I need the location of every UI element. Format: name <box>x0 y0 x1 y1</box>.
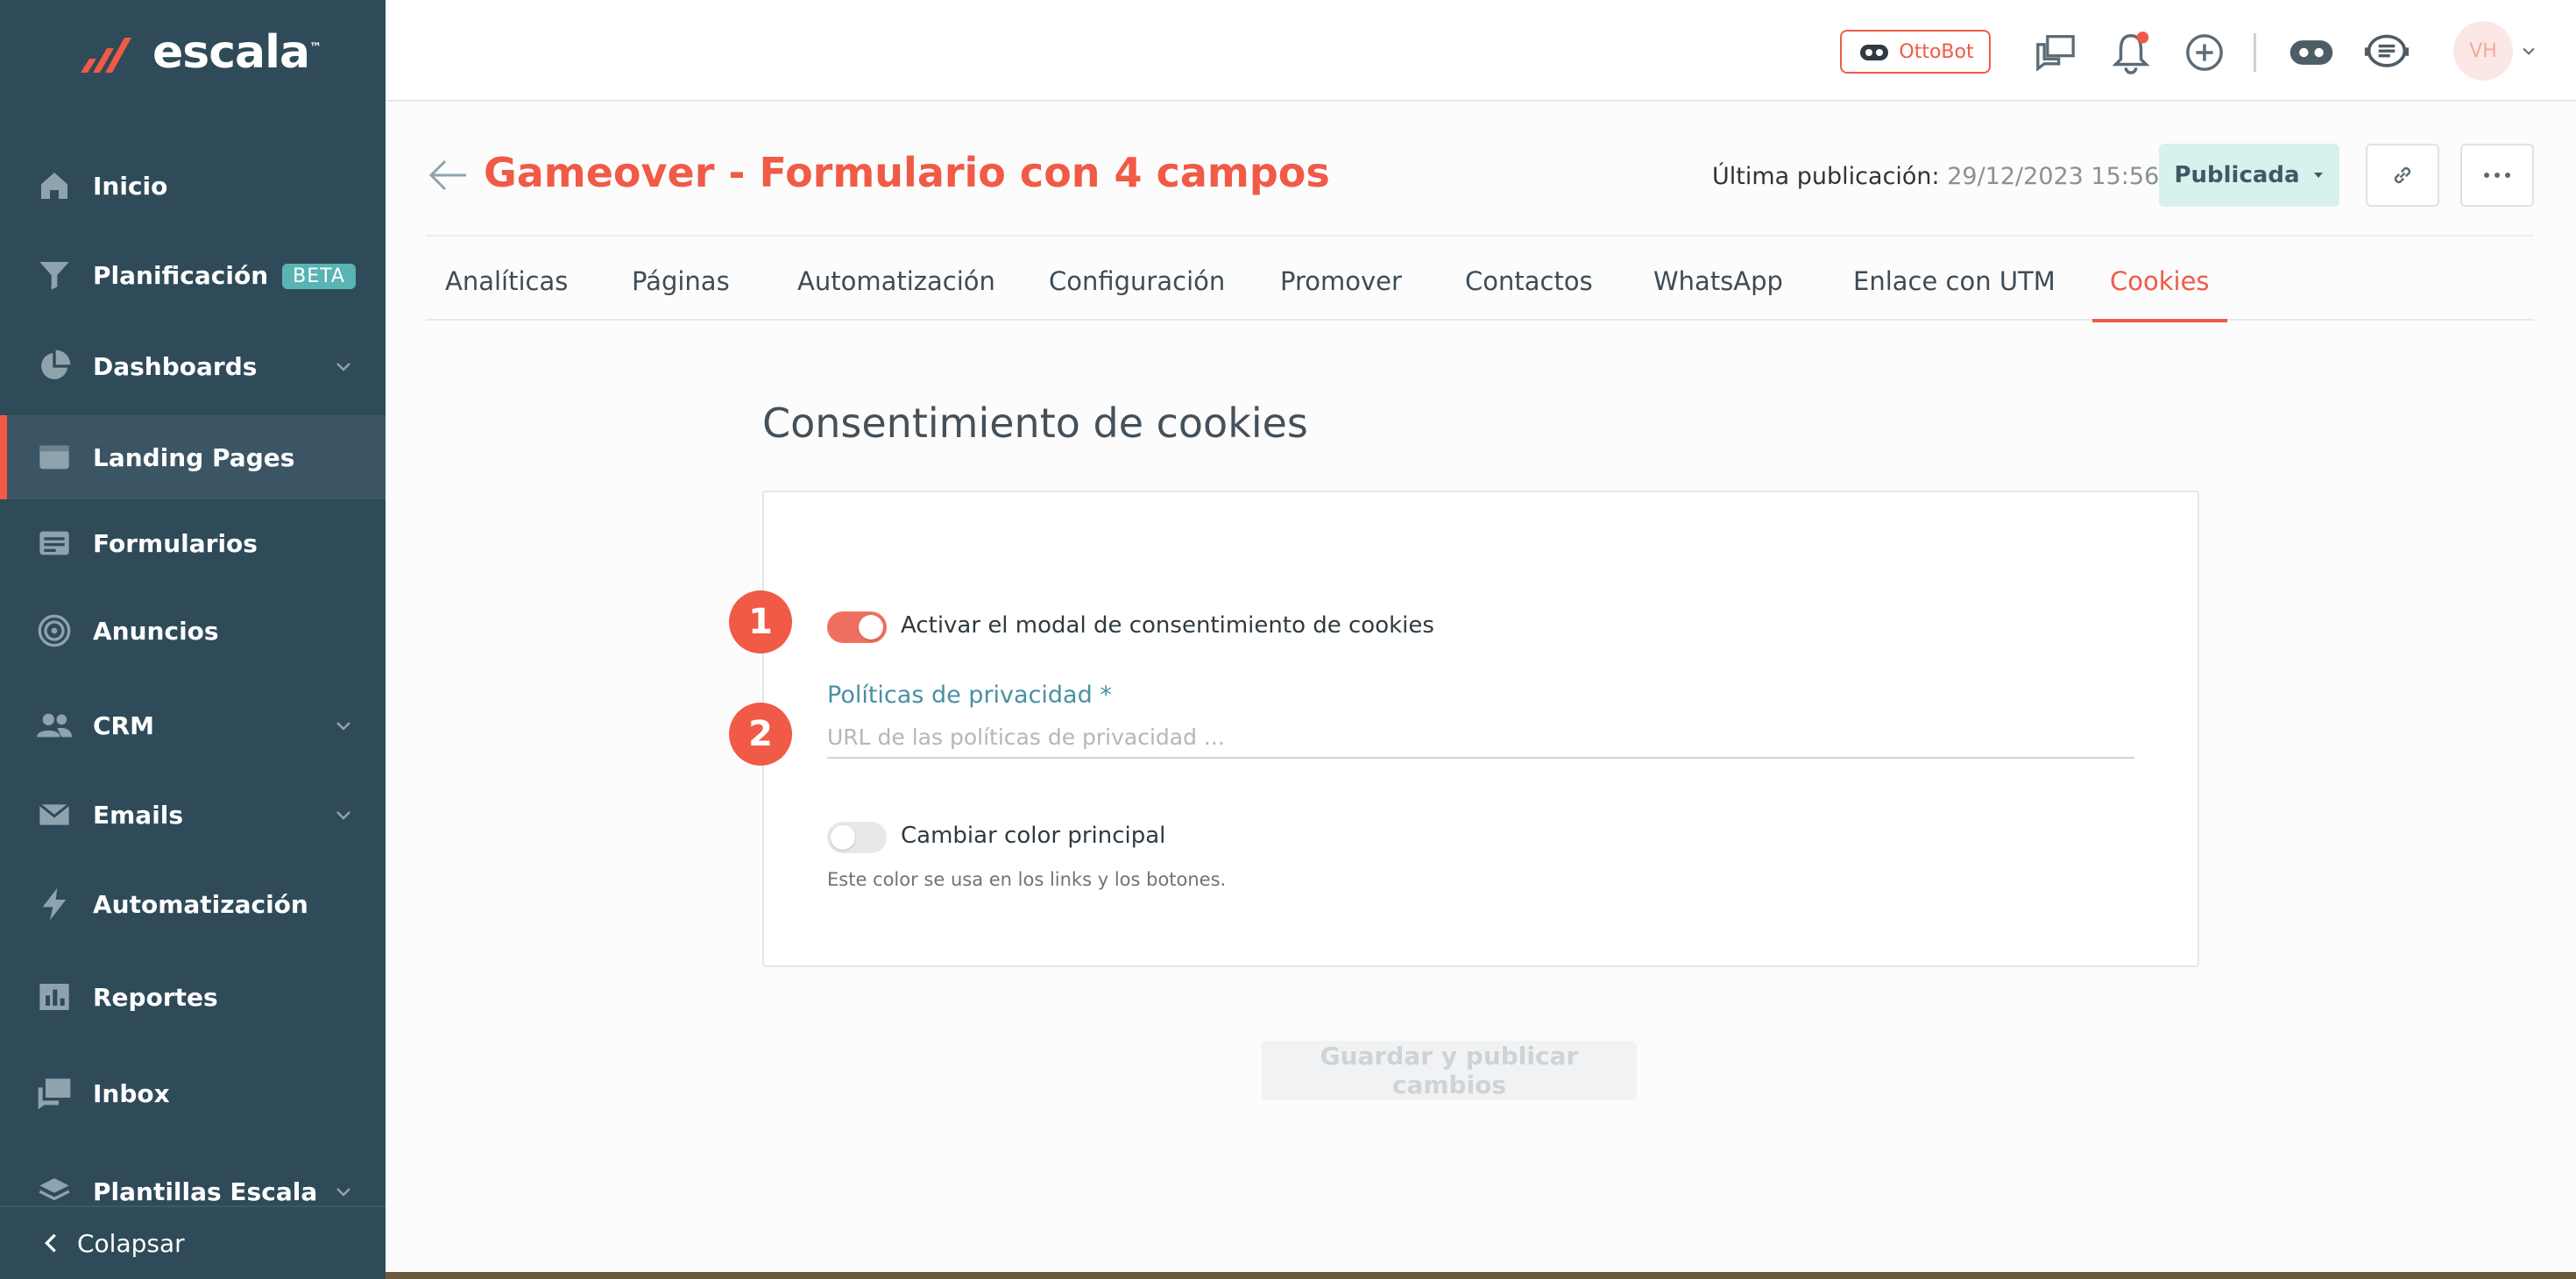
toggle-knob <box>831 825 855 850</box>
sidebar-item-anuncios[interactable]: Anuncios <box>0 589 386 673</box>
chat-bubbles-icon <box>33 1072 75 1114</box>
bar-chart-icon <box>33 976 75 1018</box>
last-pub-label: Última publicación: <box>1712 163 1940 190</box>
add-circle-icon[interactable] <box>2182 30 2227 75</box>
target-icon <box>33 610 75 652</box>
last-publication: Última publicación: 29/12/2023 15:56 <box>1712 163 2159 190</box>
ottobot-button[interactable]: OttoBot <box>1840 30 1991 74</box>
primary-color-label: Cambiar color principal <box>901 823 1166 849</box>
collapse-label: Colapsar <box>77 1228 185 1258</box>
tab-whatsapp[interactable]: WhatsApp <box>1653 242 1783 321</box>
step-marker-2: 2 <box>729 703 792 766</box>
sidebar-item-emails[interactable]: Emails <box>0 773 386 857</box>
toolbar-divider <box>2254 33 2256 72</box>
user-avatar[interactable]: VH <box>2453 21 2513 81</box>
chevron-down-icon <box>336 363 350 371</box>
pie-chart-icon <box>33 345 75 387</box>
sidebar-item-planificacion[interactable]: Planificación BETA <box>0 233 386 317</box>
step-marker-1: 1 <box>729 590 792 654</box>
primary-color-hint: Este color se usa en los links y los bot… <box>827 869 1227 890</box>
sidebar-item-crm[interactable]: CRM <box>0 683 386 767</box>
tab-analiticas[interactable]: Analíticas <box>445 242 568 321</box>
header-divider <box>426 235 2534 237</box>
chevron-down-icon <box>336 1188 350 1197</box>
tab-enlace-utm[interactable]: Enlace con UTM <box>1853 242 2056 321</box>
ai-assistant-icon[interactable] <box>2289 30 2334 75</box>
chevron-down-icon <box>336 811 350 820</box>
sidebar-item-label: Formularios <box>93 528 258 558</box>
tab-configuracion[interactable]: Configuración <box>1049 242 1225 321</box>
privacy-policy-label: Políticas de privacidad * <box>827 682 1112 709</box>
page-title: Gameover - Formulario con 4 campos <box>484 149 1330 196</box>
lightning-icon <box>33 883 75 925</box>
ottobot-label: OttoBot <box>1899 40 1974 63</box>
browser-window-icon <box>33 436 75 478</box>
chevron-left-icon <box>45 1233 56 1253</box>
sidebar-item-label: Inicio <box>93 171 168 201</box>
notifications-bell-icon[interactable] <box>2108 30 2154 75</box>
funnel-icon <box>33 254 75 296</box>
cookie-consent-label: Activar el modal de consentimiento de co… <box>901 612 1434 639</box>
tab-automatizacion[interactable]: Automatización <box>797 242 995 321</box>
back-arrow-icon[interactable] <box>426 158 468 193</box>
primary-color-toggle[interactable] <box>827 822 887 853</box>
tab-contactos[interactable]: Contactos <box>1465 242 1593 321</box>
escala-logo[interactable]: escala™ <box>77 26 322 79</box>
tab-bar: Analíticas Páginas Automatización Config… <box>426 242 2534 322</box>
caret-down-icon <box>2313 173 2323 178</box>
sidebar-item-landing-pages[interactable]: Landing Pages <box>0 415 386 499</box>
sidebar-item-label: Automatización <box>93 889 308 919</box>
support-chat-icon[interactable] <box>2364 30 2410 75</box>
status-label: Publicada <box>2174 162 2300 188</box>
escala-logo-mark-icon <box>81 38 131 73</box>
tab-paginas[interactable]: Páginas <box>632 242 730 321</box>
ellipsis-icon <box>2484 173 2510 178</box>
privacy-policy-url-input[interactable] <box>827 717 2134 759</box>
robot-icon <box>1860 45 1889 60</box>
people-icon <box>33 704 75 746</box>
beta-badge: BETA <box>282 264 356 289</box>
link-icon <box>2394 166 2411 184</box>
window-bottom-edge <box>386 1272 2576 1279</box>
last-pub-value: 29/12/2023 15:56 <box>1947 163 2160 190</box>
collapse-sidebar-button[interactable]: Colapsar <box>0 1205 386 1279</box>
sidebar-item-label: Plantillas Escala <box>93 1177 318 1206</box>
envelope-icon <box>33 794 75 836</box>
sidebar: escala™ Inicio Planificación BETA Dashboa… <box>0 0 386 1279</box>
avatar-initials: VH <box>2469 39 2497 62</box>
sidebar-item-label: Planificación BETA <box>93 261 356 290</box>
more-options-button[interactable] <box>2460 144 2534 207</box>
top-bar: OttoBot VH <box>386 0 2576 102</box>
sidebar-item-automatizacion[interactable]: Automatización <box>0 862 386 946</box>
sidebar-item-label: Dashboards <box>93 351 258 381</box>
sidebar-item-reportes[interactable]: Reportes <box>0 955 386 1039</box>
save-and-publish-button[interactable]: Guardar y publicar cambios <box>1262 1041 1637 1100</box>
sidebar-item-label: Anuncios <box>93 616 219 646</box>
tab-promover[interactable]: Promover <box>1280 242 1402 321</box>
messages-icon[interactable] <box>2033 30 2078 75</box>
logo-text: escala™ <box>152 26 322 79</box>
sidebar-item-dashboards[interactable]: Dashboards <box>0 324 386 408</box>
form-icon <box>33 522 75 564</box>
sidebar-item-label: Emails <box>93 800 184 830</box>
section-title: Consentimiento de cookies <box>762 399 1308 447</box>
sidebar-item-inicio[interactable]: Inicio <box>0 144 386 228</box>
home-icon <box>33 165 75 207</box>
chevron-down-icon <box>336 722 350 731</box>
sidebar-item-label: Reportes <box>93 982 218 1012</box>
chevron-down-icon[interactable] <box>2520 42 2537 60</box>
cookie-consent-toggle[interactable] <box>827 611 887 643</box>
sidebar-item-label: Landing Pages <box>93 442 295 472</box>
sidebar-item-formularios[interactable]: Formularios <box>0 501 386 585</box>
toggle-knob <box>859 615 883 640</box>
sidebar-item-label: CRM <box>93 710 154 740</box>
tab-cookies[interactable]: Cookies <box>2092 242 2227 322</box>
sidebar-item-label: Inbox <box>93 1078 170 1108</box>
sidebar-item-inbox[interactable]: Inbox <box>0 1051 386 1135</box>
status-dropdown-button[interactable]: Publicada <box>2159 144 2339 207</box>
copy-link-button[interactable] <box>2366 144 2439 207</box>
